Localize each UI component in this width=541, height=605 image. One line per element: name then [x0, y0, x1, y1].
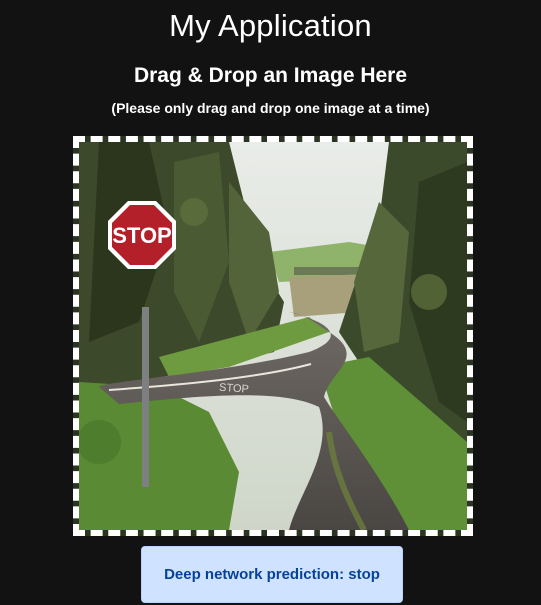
- uploaded-image: STOP STOP: [79, 142, 467, 530]
- drop-heading: Drag & Drop an Image Here: [133, 64, 408, 87]
- image-drop-zone[interactable]: STOP STOP: [73, 136, 473, 536]
- road-stop-marking: STOP: [219, 382, 250, 396]
- prediction-alert: Deep network prediction: stop: [141, 546, 403, 603]
- app-title: My Application: [169, 8, 372, 43]
- drop-instructions: (Please only drag and drop one image at …: [111, 100, 430, 116]
- app-page: My Application Drag & Drop an Image Here…: [0, 0, 541, 605]
- stop-sign: STOP: [108, 201, 176, 269]
- stop-sign-text: STOP: [112, 223, 172, 248]
